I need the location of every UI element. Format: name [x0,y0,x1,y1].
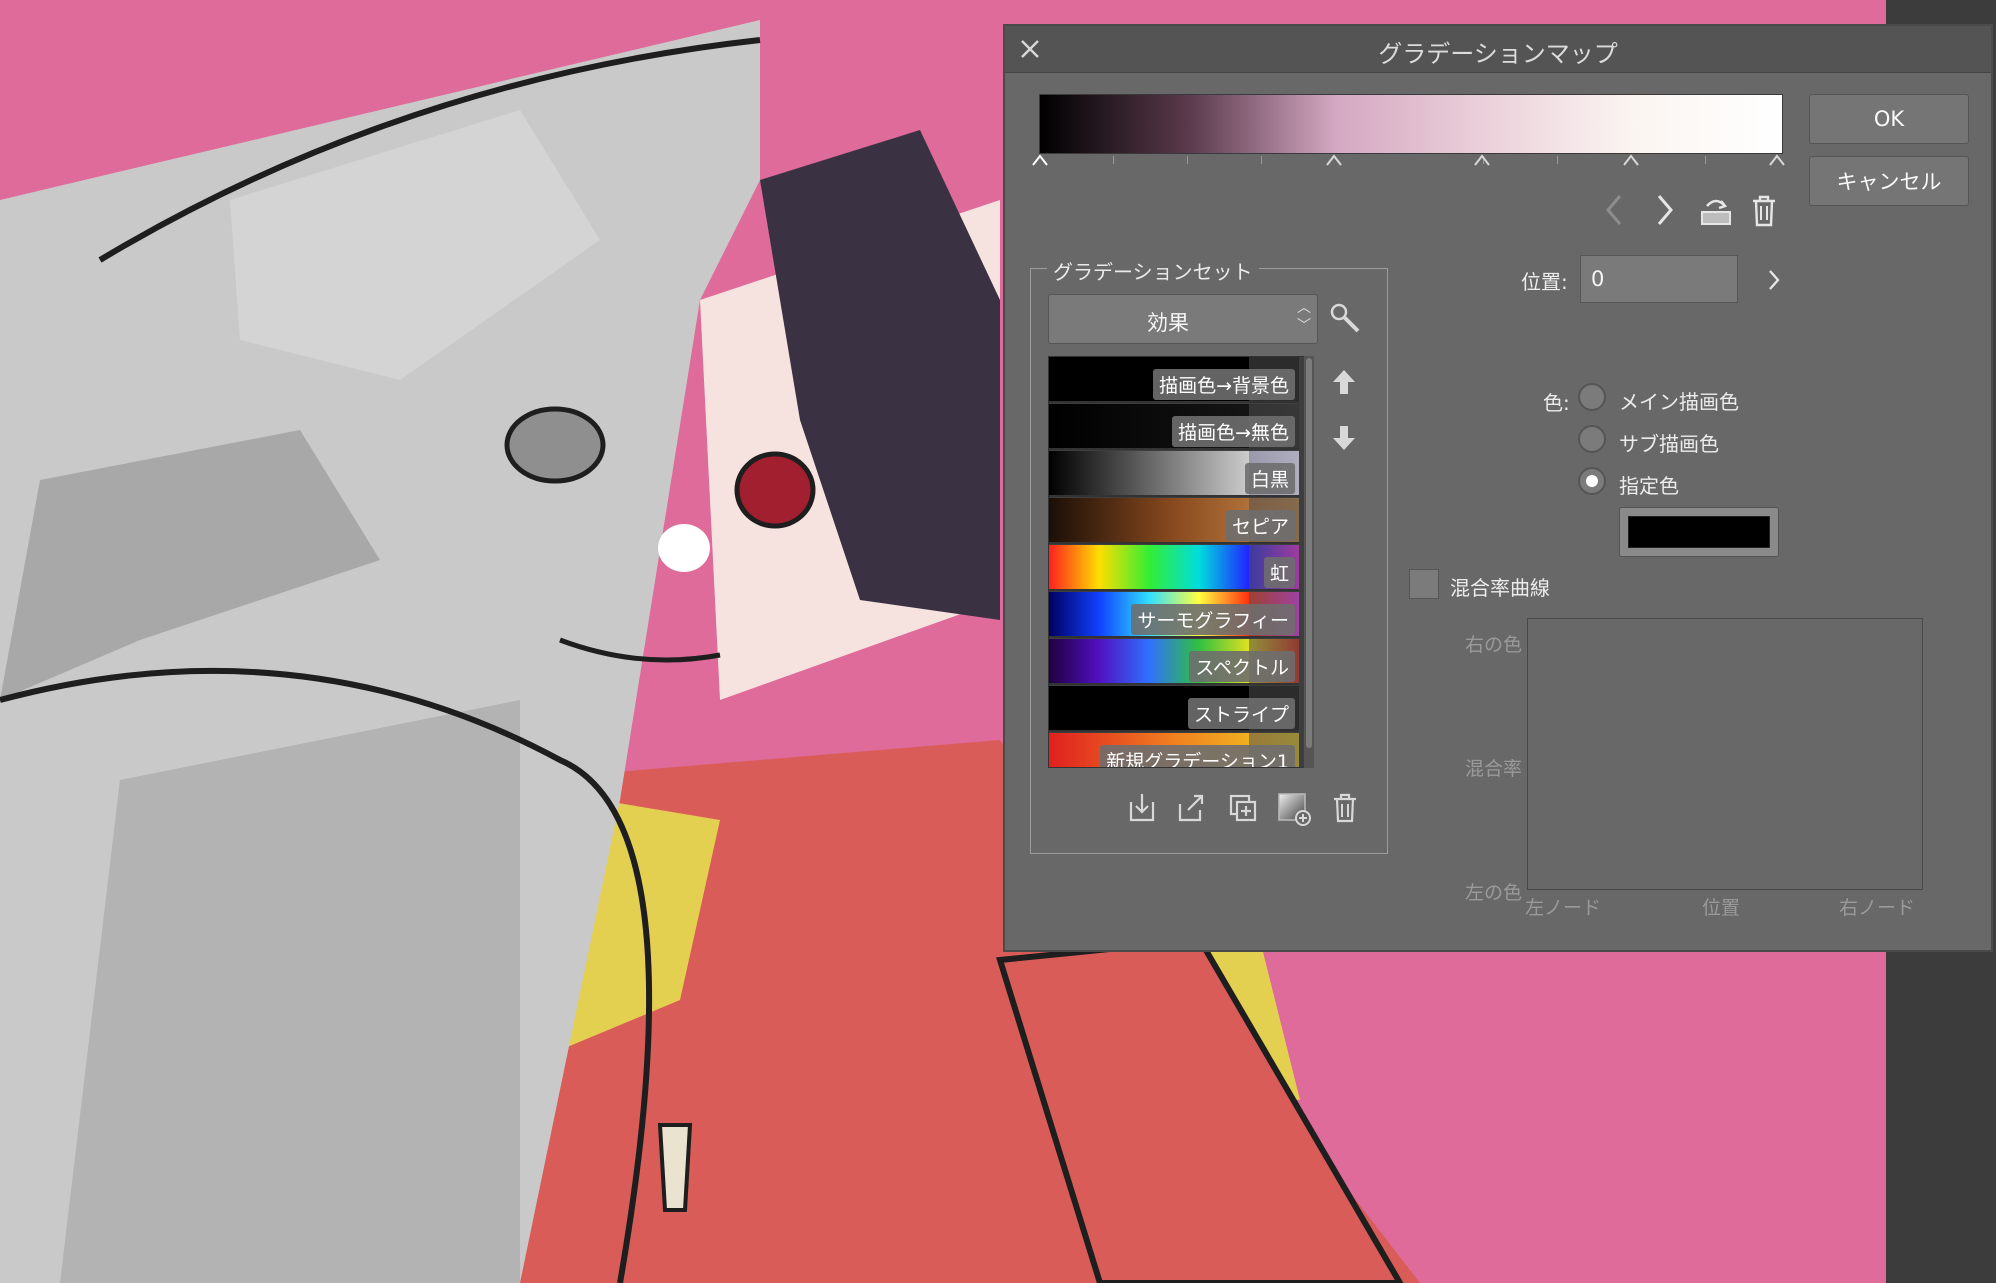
list-item[interactable]: 虹 [1049,545,1299,591]
tick [1187,156,1188,164]
gradient-label: 描画色→背景色 [1153,369,1295,400]
move-down-icon[interactable] [1331,422,1357,454]
specified-color-picker[interactable] [1619,507,1779,557]
radio-specified-color[interactable] [1578,467,1606,495]
dropdown-arrows-icon: ︿ ﹀ [1297,300,1311,334]
position-next-icon[interactable] [1765,266,1783,294]
curve-x-right-label: 右ノード [1839,897,1916,919]
gradient-preview-bar[interactable] [1039,94,1783,154]
position-label: 位置: [1521,270,1568,294]
cancel-button[interactable]: キャンセル [1809,156,1969,206]
dialog-titlebar[interactable]: グラデーションマップ [1005,26,1991,73]
wrench-icon[interactable] [1329,302,1363,336]
color-label: 色: [1543,391,1570,415]
curve-x-mid-label: 位置 [1702,897,1741,919]
list-item[interactable]: サーモグラフィー [1049,592,1299,638]
option-main-color: メイン描画色 [1619,390,1739,414]
curve-y-mid-label: 混合率 [1465,758,1523,780]
curve-y-top-label: 右の色 [1465,634,1523,656]
gradient-label: 描画色→無色 [1172,416,1295,447]
gradient-set-selected: 効果 [1147,311,1189,335]
list-item[interactable]: 描画色→無色 [1049,404,1299,450]
list-item[interactable]: 新規グラデーション1 [1049,733,1299,767]
radio-sub-color[interactable] [1578,425,1606,453]
gradient-label: サーモグラフィー [1131,604,1295,635]
move-up-icon[interactable] [1331,366,1357,398]
previous-node-icon[interactable] [1602,192,1626,228]
scrollbar-thumb[interactable] [1306,358,1312,748]
gradient-label: 新規グラデーション1 [1100,745,1295,767]
curve-y-bottom-label: 左の色 [1465,882,1523,904]
gradient-node-handle[interactable] [1326,154,1342,166]
gradient-set-dropdown[interactable]: 効果 ︿ ﹀ [1048,294,1318,344]
gradient-list-scrollbar[interactable] [1304,356,1314,768]
gradient-label: スペクトル [1189,651,1295,682]
tick [1261,156,1262,164]
add-gradient-icon[interactable] [1277,792,1311,826]
blend-curve-checkbox[interactable] [1409,569,1439,599]
export-icon[interactable] [1176,792,1208,824]
gradient-label: 白黒 [1244,463,1295,494]
blend-curve-graph[interactable] [1527,618,1923,890]
delete-gradient-icon[interactable] [1331,792,1359,824]
gradient-list[interactable]: 描画色→背景色 描画色→無色 白黒 セピア 虹 サーモグラフィー スペクトル ス… [1048,356,1306,768]
next-node-icon[interactable] [1653,192,1677,228]
dialog-title: グラデーションマップ [1378,40,1618,68]
gradient-label: セピア [1225,510,1295,541]
gradient-node-handle[interactable] [1769,154,1785,166]
blend-curve-label: 混合率曲線 [1450,576,1550,600]
gradient-label: 虹 [1263,557,1295,588]
curve-x-left-label: 左ノード [1525,897,1602,919]
tick [1113,156,1114,164]
radio-main-color[interactable] [1578,383,1606,411]
gradient-map-dialog: グラデーションマップ OK キャンセル グラデーションセット 効果 ︿ ﹀ 描画… [1003,24,1993,952]
position-input[interactable]: 0 [1580,255,1738,303]
gradient-node-handle[interactable] [1032,154,1048,166]
list-item[interactable]: セピア [1049,498,1299,544]
option-sub-color: サブ描画色 [1619,432,1719,456]
gradient-set-legend: グラデーションセット [1047,256,1259,285]
list-item[interactable]: ストライプ [1049,686,1299,732]
option-specified-color: 指定色 [1619,474,1679,498]
tick [1557,156,1558,164]
list-item[interactable]: スペクトル [1049,639,1299,685]
gradient-label: ストライプ [1187,698,1295,729]
list-item[interactable]: 白黒 [1049,451,1299,497]
import-icon[interactable] [1127,792,1157,824]
list-item[interactable]: 描画色→背景色 [1049,357,1299,403]
gradient-node-track[interactable] [1032,154,1785,176]
gradient-node-handle[interactable] [1474,154,1490,166]
reverse-gradient-icon[interactable] [1699,194,1733,228]
ok-button[interactable]: OK [1809,94,1969,144]
color-swatch [1628,516,1770,548]
tick [1705,156,1706,164]
gradient-node-handle[interactable] [1623,154,1639,166]
delete-node-icon[interactable] [1749,194,1779,228]
duplicate-icon[interactable] [1227,792,1259,824]
